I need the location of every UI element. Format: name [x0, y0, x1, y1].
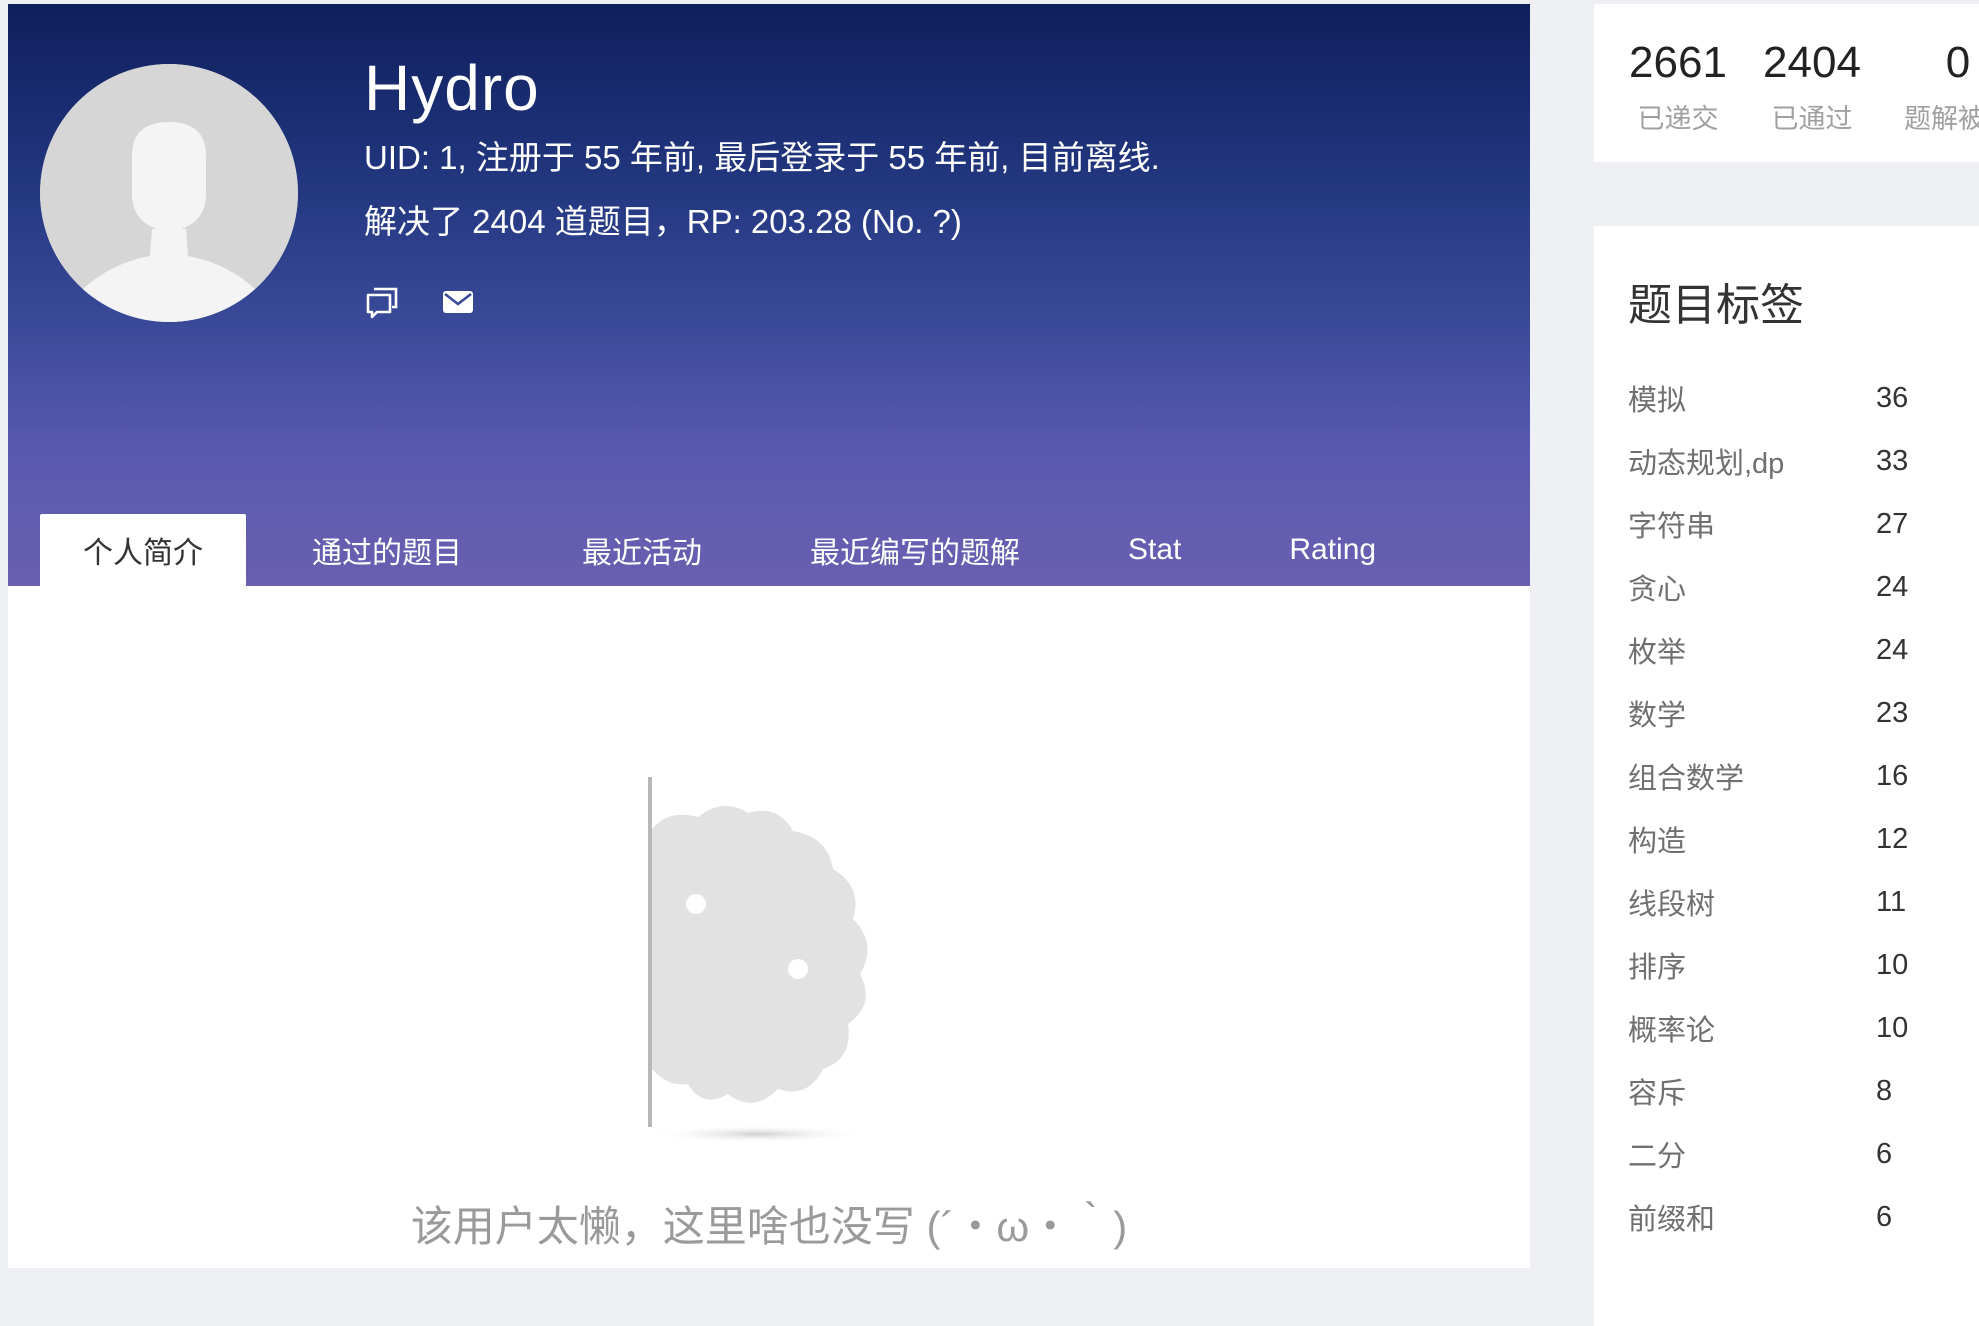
tag-name: 二分	[1628, 1141, 1687, 1173]
stat-value: 2661	[1629, 38, 1727, 87]
tag-name: 排序	[1628, 952, 1687, 984]
tab-stat[interactable]: Stat	[1074, 514, 1235, 586]
tag-name: 模拟	[1628, 385, 1687, 417]
tag-row[interactable]: 容斥 8	[1628, 1071, 1928, 1111]
tag-name: 贪心	[1628, 574, 1687, 606]
tag-count: 36	[1876, 381, 1909, 414]
tag-name: 枚举	[1628, 637, 1687, 669]
tag-count: 12	[1876, 822, 1909, 855]
tag-count: 11	[1876, 885, 1907, 918]
tag-name: 前缀和	[1628, 1204, 1716, 1236]
tag-name: 线段树	[1628, 889, 1716, 921]
avatar	[40, 64, 298, 322]
tag-row[interactable]: 排序 10	[1628, 945, 1928, 985]
tag-row[interactable]: 构造 12	[1628, 819, 1928, 859]
tag-row[interactable]: 数学 23	[1628, 693, 1928, 733]
tab-bio[interactable]: 个人简介	[40, 514, 246, 586]
mail-icon[interactable]	[440, 284, 476, 320]
tag-count: 24	[1876, 633, 1909, 666]
username: Hydro	[364, 52, 540, 124]
tab-recent-solutions[interactable]: 最近编写的题解	[756, 514, 1074, 586]
user-stats-line: 解决了 2404 道题目，RP: 203.28 (No. ?)	[364, 203, 962, 240]
tag-name: 数学	[1628, 700, 1687, 732]
tag-count: 16	[1876, 759, 1909, 792]
tag-name: 组合数学	[1628, 763, 1745, 795]
tag-count: 6	[1876, 1200, 1893, 1233]
tag-row[interactable]: 模拟 36	[1628, 378, 1928, 418]
tag-row[interactable]: 二分 6	[1628, 1134, 1928, 1174]
tab-rating[interactable]: Rating	[1235, 514, 1430, 586]
tag-name: 动态规划,dp	[1628, 448, 1785, 480]
tab-accepted-problems[interactable]: 通过的题目	[246, 514, 528, 586]
stat-label: 已通过	[1771, 104, 1853, 134]
tag-row[interactable]: 组合数学 16	[1628, 756, 1928, 796]
stat-value: 2404	[1763, 38, 1861, 87]
tag-row[interactable]: 字符串 27	[1628, 504, 1928, 544]
tag-row[interactable]: 概率论 10	[1628, 1008, 1928, 1048]
tag-row[interactable]: 线段树 11	[1628, 882, 1928, 922]
user-meta-line: UID: 1, 注册于 55 年前, 最后登录于 55 年前, 目前离线.	[364, 139, 1160, 176]
tag-count: 8	[1876, 1074, 1893, 1107]
tag-row[interactable]: 前缀和 6	[1628, 1197, 1928, 1237]
empty-state-illustration	[628, 769, 928, 1149]
tag-name: 构造	[1628, 826, 1687, 858]
tag-count: 27	[1876, 507, 1909, 540]
tag-count: 24	[1876, 570, 1909, 603]
default-avatar-silhouette-icon	[40, 64, 298, 322]
stat-solution-likes[interactable]: 0 题解被赞	[1884, 34, 1979, 138]
tag-row[interactable]: 贪心 24	[1628, 567, 1928, 607]
message-icon[interactable]	[364, 284, 400, 320]
tag-count: 10	[1876, 948, 1909, 981]
stat-accepted[interactable]: 2404 已通过	[1746, 34, 1878, 138]
tag-row[interactable]: 枚举 24	[1628, 630, 1928, 670]
tag-name: 概率论	[1628, 1015, 1716, 1047]
stat-submissions[interactable]: 2661 已递交	[1612, 34, 1744, 138]
stat-label: 已递交	[1637, 104, 1719, 134]
profile-header: Hydro UID: 1, 注册于 55 年前, 最后登录于 55 年前, 目前…	[8, 4, 1530, 586]
empty-bio-message: 该用户太懒，这里啥也没写 (´・ω・｀)	[410, 1203, 1128, 1250]
profile-panel: Hydro UID: 1, 注册于 55 年前, 最后登录于 55 年前, 目前…	[8, 4, 1530, 1268]
user-actions	[364, 284, 476, 320]
tag-count: 33	[1876, 444, 1909, 477]
tag-row[interactable]: 动态规划,dp 33	[1628, 441, 1928, 481]
profile-tabs: 个人简介 通过的题目 最近活动 最近编写的题解 Stat Rating	[40, 514, 1430, 586]
tag-count: 6	[1876, 1137, 1893, 1170]
tag-name: 容斥	[1628, 1078, 1687, 1110]
stat-value: 0	[1945, 38, 1971, 87]
tag-name: 字符串	[1628, 511, 1716, 543]
card-title: 题目标签	[1628, 281, 1804, 330]
stat-label: 题解被赞	[1904, 104, 1979, 134]
tag-count: 23	[1876, 696, 1909, 729]
tag-count: 10	[1876, 1011, 1909, 1044]
tab-recent-activity[interactable]: 最近活动	[528, 514, 756, 586]
stats-card: 2661 已递交 2404 已通过 0 题解被赞	[1594, 4, 1979, 162]
problem-tags-card: 题目标签 模拟 36 动态规划,dp 33 字符串 27 贪心 24 枚举 24…	[1594, 226, 1979, 1326]
